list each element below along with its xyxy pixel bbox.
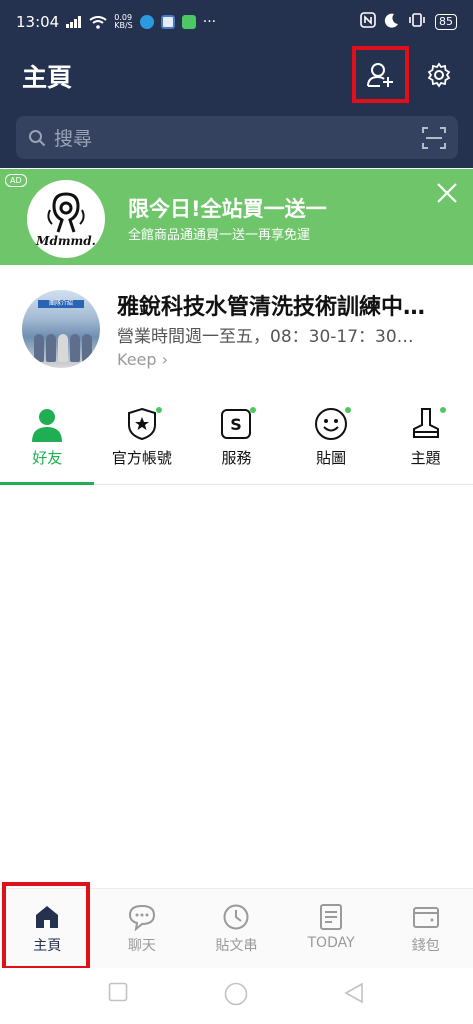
net-speed-unit: KB/S (114, 21, 133, 30)
back-button[interactable] (344, 982, 364, 1008)
close-icon (437, 183, 457, 203)
theme-icon (412, 408, 439, 438)
new-dot (155, 407, 162, 413)
category-tabs: 好友 官方帳號 S 服務 貼圖 主題 (0, 400, 473, 485)
ad-badge: AD (5, 174, 27, 187)
qr-scan-button[interactable] (422, 126, 446, 149)
calendar-notification-icon (160, 15, 175, 29)
new-dot (250, 407, 257, 413)
home-highlight-box (2, 882, 90, 970)
tab-friends[interactable]: 好友 (0, 400, 95, 485)
back-triangle-icon (344, 982, 363, 1004)
scan-icon (422, 126, 446, 149)
nav-label: 錢包 (411, 938, 440, 954)
ad-close-button[interactable] (436, 182, 458, 208)
nfc-icon (360, 12, 376, 32)
sticker-icon (315, 408, 348, 440)
new-dot (345, 407, 352, 413)
tab-label: 服務 (221, 449, 252, 467)
add-friend-button[interactable] (352, 46, 409, 103)
ad-banner[interactable]: AD Mdmmd. 限今日!全站買一送一 全館商品通通買一送一再享免運 (0, 169, 473, 265)
status-time: 13:04 (16, 13, 60, 31)
profile-name: 雅銳科技水管清洗技術訓練中… (117, 295, 426, 320)
profile-card[interactable]: 團隊介紹 雅銳科技水管清洗技術訓練中… 營業時間週一至五，08：30-17：30… (0, 265, 473, 385)
chat-icon (128, 904, 155, 931)
line-home-screen: 13:04 0.09 KB/S ··· 85 主頁 搜尋 AD Mdmmd. 限… (0, 0, 473, 1024)
ad-title: 限今日!全站買一送一 (128, 197, 327, 221)
nav-wallet[interactable]: 錢包 (378, 889, 473, 968)
gear-icon (427, 62, 451, 88)
keep-link[interactable]: Keep › (117, 350, 168, 369)
more-notifications-icon: ··· (202, 14, 217, 30)
ad-subtitle: 全館商品通通買一送一再享免運 (128, 228, 311, 243)
system-navigation-bar (0, 968, 473, 1024)
new-dot (439, 407, 446, 413)
battery-indicator: 85 (435, 14, 457, 30)
nav-timeline[interactable]: 貼文串 (189, 889, 284, 968)
nav-today[interactable]: TODAY (284, 889, 379, 968)
profile-status-message: 營業時間週一至五，08：30-17：30… (117, 327, 414, 347)
clock-icon (223, 904, 249, 930)
nav-label: 貼文串 (215, 938, 258, 954)
ad-brand-logo: Mdmmd. (27, 180, 105, 258)
page-title: 主頁 (22, 63, 73, 92)
friends-icon (32, 409, 63, 442)
news-icon (320, 904, 343, 930)
nav-label: TODAY (307, 935, 355, 951)
tab-official-accounts[interactable]: 官方帳號 (95, 400, 190, 484)
nav-chats[interactable]: 聊天 (95, 889, 190, 968)
tab-themes[interactable]: 主題 (378, 400, 473, 484)
svg-text:S: S (231, 415, 243, 434)
circle-icon (224, 982, 248, 1006)
tab-label: 主題 (410, 449, 441, 467)
status-bar: 13:04 0.09 KB/S ··· 85 (0, 0, 473, 44)
app-header: 主頁 搜尋 (0, 44, 473, 168)
wifi-icon (89, 15, 107, 29)
recent-apps-button[interactable] (108, 982, 128, 1006)
tab-stickers[interactable]: 貼圖 (284, 400, 379, 484)
tab-services[interactable]: S 服務 (189, 400, 284, 484)
ad-logo-text: Mdmmd. (36, 234, 96, 248)
vibrate-icon (407, 13, 427, 31)
official-account-icon (127, 407, 156, 441)
service-icon: S (221, 409, 252, 439)
search-input[interactable]: 搜尋 (16, 116, 458, 159)
tab-label: 貼圖 (316, 449, 347, 467)
do-not-disturb-moon-icon (384, 13, 399, 32)
net-speed: 0.09 KB/S (114, 14, 133, 30)
line-notification-icon (181, 15, 196, 29)
wallet-icon (412, 907, 439, 928)
add-friend-icon (366, 62, 393, 87)
tab-label: 好友 (32, 449, 63, 467)
square-icon (108, 982, 128, 1002)
tab-label: 官方帳號 (111, 449, 172, 467)
signal-icon (66, 16, 82, 28)
avatar-banner-text: 團隊介紹 (38, 300, 84, 308)
search-icon (29, 129, 46, 146)
search-placeholder: 搜尋 (54, 128, 93, 150)
nav-label: 聊天 (127, 938, 156, 954)
avatar[interactable]: 團隊介紹 (22, 290, 100, 368)
home-system-button[interactable] (224, 982, 248, 1010)
app-notification-icon (139, 15, 154, 29)
brand-emblem-icon (47, 192, 85, 233)
settings-button[interactable] (422, 58, 456, 92)
